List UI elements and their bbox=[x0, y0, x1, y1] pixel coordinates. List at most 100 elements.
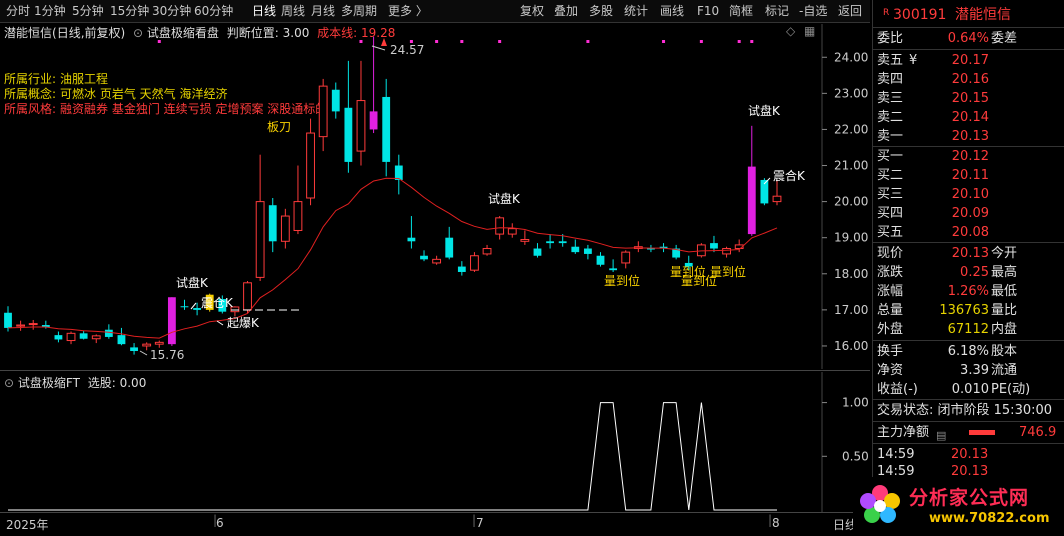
shipan-label-1: 试盘K bbox=[176, 275, 209, 290]
trade-state: 交易状态: 闭市阶段 15:30:00 bbox=[873, 401, 1064, 420]
price-tick-label: 24.00 bbox=[834, 50, 868, 64]
signal-dot bbox=[699, 40, 703, 43]
row-label: 买五 bbox=[877, 225, 904, 240]
row-label: 收益(-) bbox=[877, 382, 918, 397]
month-label-6: 6 bbox=[216, 516, 224, 530]
candle-body bbox=[495, 217, 505, 235]
button-huaxian[interactable]: 画线 bbox=[660, 0, 684, 22]
tab-1min[interactable]: 1分钟 bbox=[34, 0, 66, 22]
button-zixuan[interactable]: -自选 bbox=[799, 0, 827, 22]
month-label-8: 8 bbox=[772, 516, 780, 530]
row-value: 0.25 bbox=[960, 265, 989, 280]
row-right-label: 今开 bbox=[991, 246, 1018, 261]
row-right-label: 最高 bbox=[991, 265, 1018, 280]
tab-monthly[interactable]: 月线 bbox=[311, 0, 335, 22]
row-value: 3.39 bbox=[960, 363, 989, 378]
signal-dot bbox=[662, 40, 666, 43]
tab-5min[interactable]: 5分钟 bbox=[72, 0, 104, 22]
button-duogu[interactable]: 多股 bbox=[589, 0, 613, 22]
candle-body bbox=[28, 323, 38, 326]
buy-level-4: 买四 20.09 bbox=[873, 204, 1064, 223]
candle-body bbox=[583, 248, 592, 254]
button-fuquan[interactable]: 复权 bbox=[520, 0, 544, 22]
buy-level-3: 买三 20.10 bbox=[873, 185, 1064, 204]
candle-body bbox=[54, 335, 63, 340]
tab-more[interactable]: 更多 〉 bbox=[388, 0, 428, 22]
tab-15min[interactable]: 15分钟 bbox=[110, 0, 149, 22]
price-tick-label: 16.00 bbox=[834, 339, 868, 353]
row-value: 136763 bbox=[939, 303, 989, 318]
candle-body bbox=[558, 241, 567, 244]
zljx-value: 746.9 bbox=[1019, 425, 1057, 440]
row-right-label: 最低 bbox=[991, 284, 1018, 299]
month-label-7: 7 bbox=[476, 516, 484, 530]
row-label: 卖四 bbox=[877, 72, 904, 87]
low-price-label: 15.76 bbox=[150, 348, 184, 362]
stat-row: 总量 136763 量比 bbox=[873, 301, 1064, 320]
trade-state-text: 交易状态: 闭市阶段 15:30:00 bbox=[877, 403, 1053, 418]
candle-body bbox=[457, 266, 466, 272]
kline-chart[interactable]: 16.00 17.00 18.00 19.00 20.00 21.00 22.00 23.00… bbox=[0, 24, 870, 369]
row-value: 20.12 bbox=[951, 149, 989, 164]
stat2-row: 换手 6.18% 股本 bbox=[873, 342, 1064, 361]
flower-logo-icon bbox=[860, 485, 900, 523]
candle-body bbox=[79, 333, 88, 339]
logo-text: 分析家公式网 bbox=[909, 487, 1030, 509]
stat-row: 涨幅 1.26% 最低 bbox=[873, 282, 1064, 301]
row-label: 总量 bbox=[877, 303, 904, 318]
row-right-label: 股本 bbox=[991, 344, 1018, 359]
price-tick-label: 23.00 bbox=[834, 86, 868, 100]
more-label: 更多 bbox=[388, 4, 413, 18]
candle-body bbox=[306, 132, 315, 199]
candle-body bbox=[747, 166, 756, 235]
shipan-label-2: 试盘K bbox=[488, 191, 521, 206]
row-label: 卖一 bbox=[877, 129, 904, 144]
row-value: 20.16 bbox=[951, 72, 989, 87]
sub-indicator-panel[interactable]: ⊙ 试盘极缩FT 选股: 0.00 0.50 1.00 bbox=[0, 372, 870, 512]
candle-body bbox=[394, 165, 403, 180]
annotation-arrow bbox=[216, 320, 224, 326]
row-label: 买一 bbox=[877, 149, 904, 164]
tab-30min[interactable]: 30分钟 bbox=[152, 0, 191, 22]
row-value: 1.26% bbox=[947, 284, 989, 299]
sub-chart[interactable]: 0.50 1.00 bbox=[0, 372, 870, 512]
row-value: 20.08 bbox=[951, 225, 989, 240]
quote-panel: R 300191 潜能恒信 委比 0.64% 委差 卖五 20.17 ¥ 卖四 20.1… bbox=[853, 0, 1064, 535]
stat-row: 外盘 67112 内盘 bbox=[873, 320, 1064, 339]
row-label: 买三 bbox=[877, 187, 904, 202]
row-value: 20.13 bbox=[951, 246, 989, 261]
candle-body bbox=[293, 201, 303, 231]
candle-body bbox=[318, 85, 328, 138]
candle-body bbox=[382, 96, 391, 162]
sub-axis: 0.50 1.00 bbox=[822, 396, 869, 463]
tab-daily[interactable]: 日线 bbox=[252, 0, 276, 22]
tab-multi-period[interactable]: 多周期 bbox=[341, 0, 377, 22]
button-jiankuang[interactable]: 简框 bbox=[729, 0, 753, 22]
button-biaoji[interactable]: 标记 bbox=[765, 0, 789, 22]
sub-tick-label: 1.00 bbox=[842, 396, 869, 410]
tab-60min[interactable]: 60分钟 bbox=[194, 0, 233, 22]
button-back[interactable]: 返回 bbox=[838, 0, 862, 22]
candle-body bbox=[255, 201, 265, 278]
button-f10[interactable]: F10 bbox=[697, 0, 719, 22]
row-label: 卖二 bbox=[877, 110, 904, 125]
button-tongji[interactable]: 统计 bbox=[624, 0, 648, 22]
sell-level-3: 卖三 20.15 bbox=[873, 89, 1064, 108]
row-value: 20.11 bbox=[951, 168, 989, 183]
row-right-label: 量比 bbox=[991, 303, 1018, 318]
zhenhe-label: 震合K bbox=[773, 168, 806, 183]
main-kline-panel[interactable]: 潜能恒信(日线,前复权) ⊙ 试盘极缩看盘 判断位置: 3.00 成本线: 19… bbox=[0, 24, 870, 369]
row-label: 涨跌 bbox=[877, 265, 904, 280]
annotation-arrow bbox=[139, 350, 148, 356]
liang-label-1: 量到位 bbox=[604, 273, 640, 288]
tab-weekly[interactable]: 周线 bbox=[281, 0, 305, 22]
stock-header: R 300191 潜能恒信 bbox=[873, 5, 1064, 25]
button-diejia[interactable]: 叠加 bbox=[554, 0, 578, 22]
signal-dot bbox=[359, 40, 363, 43]
high-price-label: 24.57 bbox=[390, 43, 424, 57]
candle-body bbox=[117, 335, 126, 345]
tab-fenshi[interactable]: 分时 bbox=[6, 0, 30, 22]
candle-body bbox=[142, 343, 152, 347]
sell-level-2: 卖二 20.14 bbox=[873, 108, 1064, 127]
row-label: 买二 bbox=[877, 168, 904, 183]
